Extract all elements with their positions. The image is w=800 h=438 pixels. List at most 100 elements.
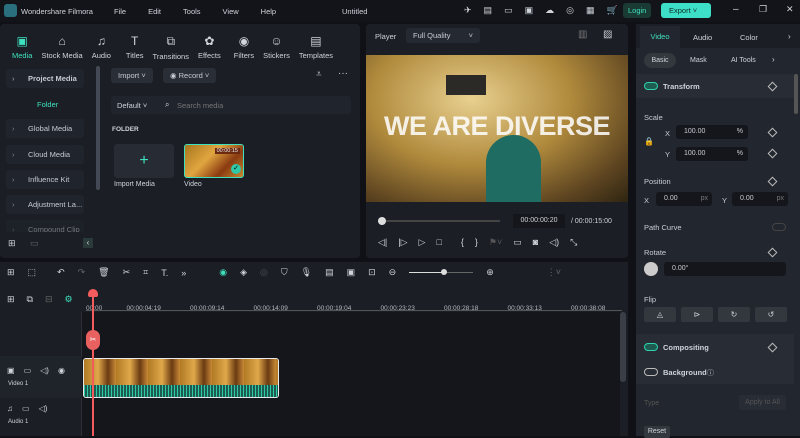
cart-icon[interactable]: 🛒 [606, 5, 617, 16]
current-time[interactable]: 00:00:00:20 [513, 214, 565, 228]
prev-frame-icon[interactable]: ◁| [378, 237, 387, 248]
snapshot-view-icon[interactable]: ▨ [603, 29, 612, 40]
transform-toggle[interactable] [644, 82, 658, 90]
tabs-next-icon[interactable]: › [788, 32, 791, 41]
cut-icon[interactable]: ✂ [123, 267, 131, 278]
subtab-ai-tools[interactable]: AI Tools [731, 57, 756, 64]
sidebar-item-project-media[interactable]: Project Media [6, 69, 84, 88]
delete-icon[interactable]: 🗑 [98, 267, 109, 278]
feedback-icon[interactable]: ✈ [464, 5, 472, 16]
collapse-sidebar-icon[interactable]: ‹ [83, 238, 93, 248]
menu-file[interactable]: File [114, 7, 126, 16]
scrubber-handle[interactable] [378, 217, 387, 225]
tab-transitions[interactable]: ⧉ Transitions [153, 34, 189, 61]
mic-icon[interactable]: 🎙 [301, 267, 312, 278]
tab-titles[interactable]: T Titles [126, 34, 144, 61]
mute-icon[interactable]: ◁) [39, 404, 48, 413]
timeline-zoom-slider[interactable] [409, 269, 474, 275]
flip-vertical-button[interactable]: ⊳ [681, 307, 713, 322]
fullscreen-icon[interactable]: ⤡ [570, 237, 577, 248]
sidebar-item-folder[interactable]: Folder [37, 100, 58, 109]
layout-icon[interactable]: ⊞ [7, 267, 15, 278]
flip-horizontal-button[interactable]: ◬ [644, 307, 676, 322]
subtab-basic[interactable]: Basic [644, 53, 676, 68]
notes-icon[interactable]: ▤ [484, 5, 493, 16]
rotate-left-button[interactable]: ↺ [755, 307, 787, 322]
scale-x-input[interactable]: 100.00% [676, 125, 748, 139]
redo-icon[interactable]: ↷ [78, 267, 86, 278]
apps-icon[interactable]: ▦ [586, 5, 595, 16]
text-icon[interactable]: T. [161, 268, 168, 278]
support-icon[interactable]: ◎ [566, 5, 574, 16]
zoom-slider-handle[interactable] [441, 269, 448, 275]
shield-icon[interactable]: ⛉ [281, 267, 288, 278]
auto-reframe-icon[interactable]: ◈ [240, 267, 247, 278]
select-tool-icon[interactable]: ⬚ [28, 267, 37, 278]
minimize-icon[interactable]: – [733, 4, 739, 15]
timeline-scrollbar[interactable] [620, 312, 626, 382]
track-height-icon[interactable]: ⋮˅ [547, 267, 561, 278]
tab-filters[interactable]: ◉ Filters [234, 34, 254, 61]
subtab-mask[interactable]: Mask [690, 57, 707, 64]
zoom-in-icon[interactable]: ⊕ [486, 267, 494, 278]
mute-icon[interactable]: ◁) [40, 366, 49, 375]
replace-icon[interactable]: ▣ [347, 267, 356, 278]
compositing-toggle[interactable] [644, 343, 658, 351]
restore-icon[interactable]: ❐ [759, 4, 767, 15]
save-icon[interactable]: ▣ [525, 5, 534, 16]
background-toggle[interactable] [644, 368, 658, 376]
tab-color[interactable]: Color [740, 33, 758, 42]
tab-templates[interactable]: ▤ Templates [299, 34, 333, 61]
quality-dropdown[interactable]: Full Quality ˅ [406, 28, 480, 43]
tab-stock-media[interactable]: ⌂ Stock Media [41, 34, 82, 61]
scale-y-input[interactable]: 100.00% [676, 147, 748, 161]
record-button[interactable]: ◉ Record ˅ [163, 68, 217, 83]
sidebar-item-cloud-media[interactable]: Cloud Media [6, 145, 84, 164]
sort-dropdown[interactable]: Default ˅ [117, 101, 147, 110]
play-icon[interactable]: ▷ [419, 237, 426, 248]
new-folder-icon[interactable]: ⊞ [8, 238, 16, 249]
speed-icon[interactable]: ◎ [260, 267, 268, 278]
menu-view[interactable]: View [223, 7, 239, 16]
menu-tools[interactable]: Tools [183, 7, 201, 16]
login-button[interactable]: Login [623, 3, 652, 18]
more-icon[interactable]: ··· [338, 68, 348, 79]
ai-icon[interactable]: ◉ [219, 267, 227, 278]
rotate-right-button[interactable]: ↻ [718, 307, 750, 322]
display-icon[interactable]: ▭ [513, 237, 522, 248]
sidebar-item-global-media[interactable]: Global Media [6, 119, 84, 138]
video-clip-thumbnail[interactable]: 00:00:15 ✓ [184, 144, 244, 178]
help-icon[interactable]: ⓘ [707, 368, 714, 378]
camera-icon[interactable]: ◙ [533, 237, 538, 248]
import-button[interactable]: Import ˅ [111, 68, 153, 83]
playhead-handle[interactable] [88, 289, 98, 297]
position-x-input[interactable]: 0.00 px [656, 192, 712, 206]
subtabs-next-icon[interactable]: › [772, 55, 775, 64]
tab-audio-props[interactable]: Audio [693, 33, 712, 42]
close-icon[interactable]: ✕ [786, 4, 794, 15]
video-preview[interactable]: WE ARE DIVERSE [366, 55, 628, 202]
rotate-input[interactable]: 0.00° [664, 262, 786, 276]
folder-icon[interactable]: ▭ [24, 366, 32, 375]
link-icon[interactable]: ⧉ [27, 294, 33, 305]
add-track-icon[interactable]: ⊞ [7, 294, 15, 305]
tab-stickers[interactable]: ☺ Stickers [263, 34, 290, 61]
monitor-icon[interactable]: ▭ [504, 5, 513, 16]
split-scissors-icon[interactable]: ✂ [86, 330, 100, 350]
mark-out-icon[interactable]: } [475, 237, 478, 248]
properties-scrollbar[interactable] [794, 74, 798, 114]
tab-effects[interactable]: ✿ Effects [198, 34, 221, 61]
folder-icon[interactable]: ▭ [30, 238, 39, 249]
sidebar-item-influence-kit[interactable]: Influence Kit [6, 170, 84, 189]
export-button[interactable]: Export ˅ [661, 3, 711, 18]
subtitle-icon[interactable]: ▤ [325, 267, 334, 278]
apply-to-all-button[interactable]: Apply to All [739, 395, 786, 410]
folder-icon[interactable]: ▭ [22, 404, 30, 413]
sidebar-item-adjustment-layer[interactable]: Adjustment La... [6, 195, 84, 214]
search-input[interactable] [177, 99, 347, 111]
split-icon[interactable]: ⊟ [45, 294, 53, 305]
volume-icon[interactable]: ◁) [549, 237, 559, 248]
lock-ratio-icon[interactable]: 🔒 [644, 137, 654, 146]
mark-in-icon[interactable]: { [461, 237, 464, 248]
sidebar-item-compound-clip[interactable]: Compound Clip [6, 220, 84, 232]
